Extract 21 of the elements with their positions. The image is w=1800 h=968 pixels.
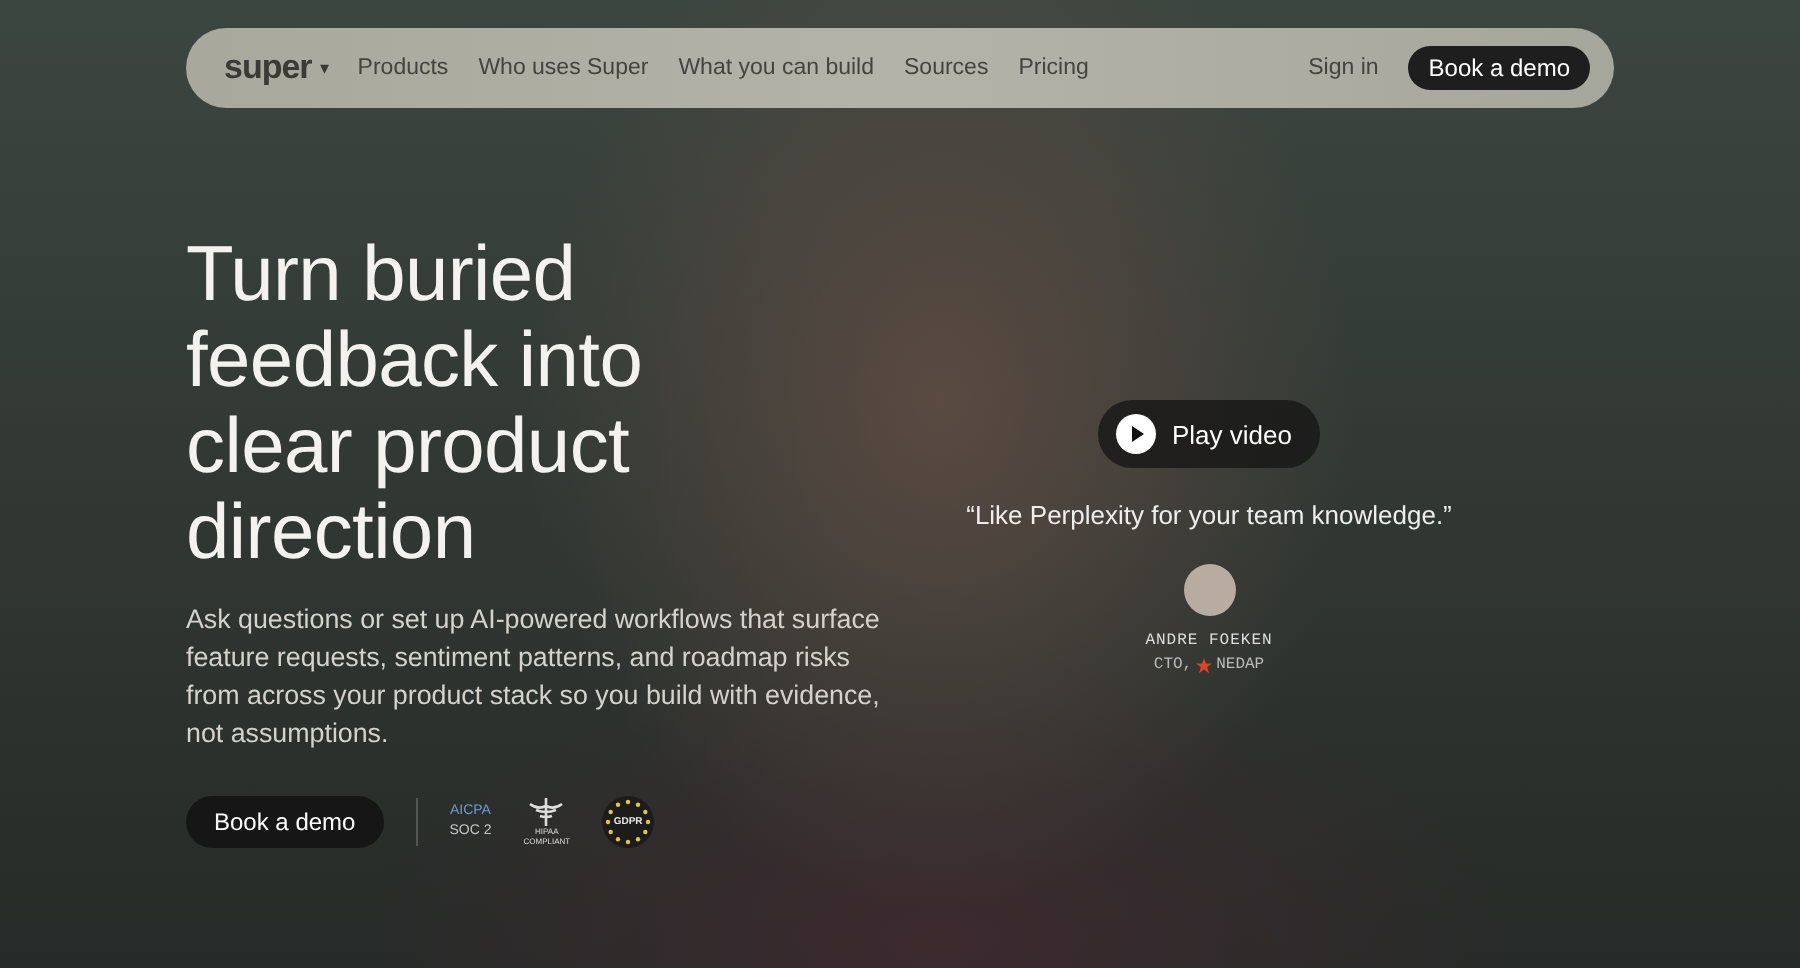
book-demo-button[interactable]: Book a demo — [186, 796, 384, 848]
hero-headline: Turn buried feedback into clear product direction — [186, 232, 645, 576]
testimonial-quote: “Like Perplexity for your team knowledge.” — [966, 500, 1452, 530]
person-role: CTO, — [1153, 656, 1193, 674]
person-name: ANDRE FOEKEN — [1145, 632, 1273, 650]
nav-link[interactable]: Pricing — [1018, 56, 1089, 80]
book-demo-button[interactable]: Book a demo — [1408, 46, 1590, 90]
star-logo-icon — [1196, 657, 1213, 673]
avatar-placeholder — [1183, 564, 1235, 616]
play-icon — [1116, 414, 1156, 454]
hero-description: Ask questions or set up AI-powered workflows that surface feature requests, sentiment patterns, and roadmap risks from across your product stack so you build with evidence, not assumptions. — [186, 602, 882, 752]
sign-in-link[interactable]: Sign in — [1308, 56, 1379, 80]
nav-link[interactable]: Products — [357, 56, 449, 80]
nav-link[interactable]: Sources — [904, 56, 989, 80]
nav-link[interactable]: What you can build — [678, 56, 875, 80]
logo[interactable]: super — [224, 48, 312, 88]
caduceus-icon — [526, 798, 567, 826]
caret-icon[interactable]: ▾ — [319, 58, 330, 78]
nav-link[interactable]: Who uses Super — [478, 56, 649, 80]
play-video-button[interactable]: Play video — [1098, 400, 1320, 468]
company-name: NEDAP — [1216, 656, 1265, 674]
